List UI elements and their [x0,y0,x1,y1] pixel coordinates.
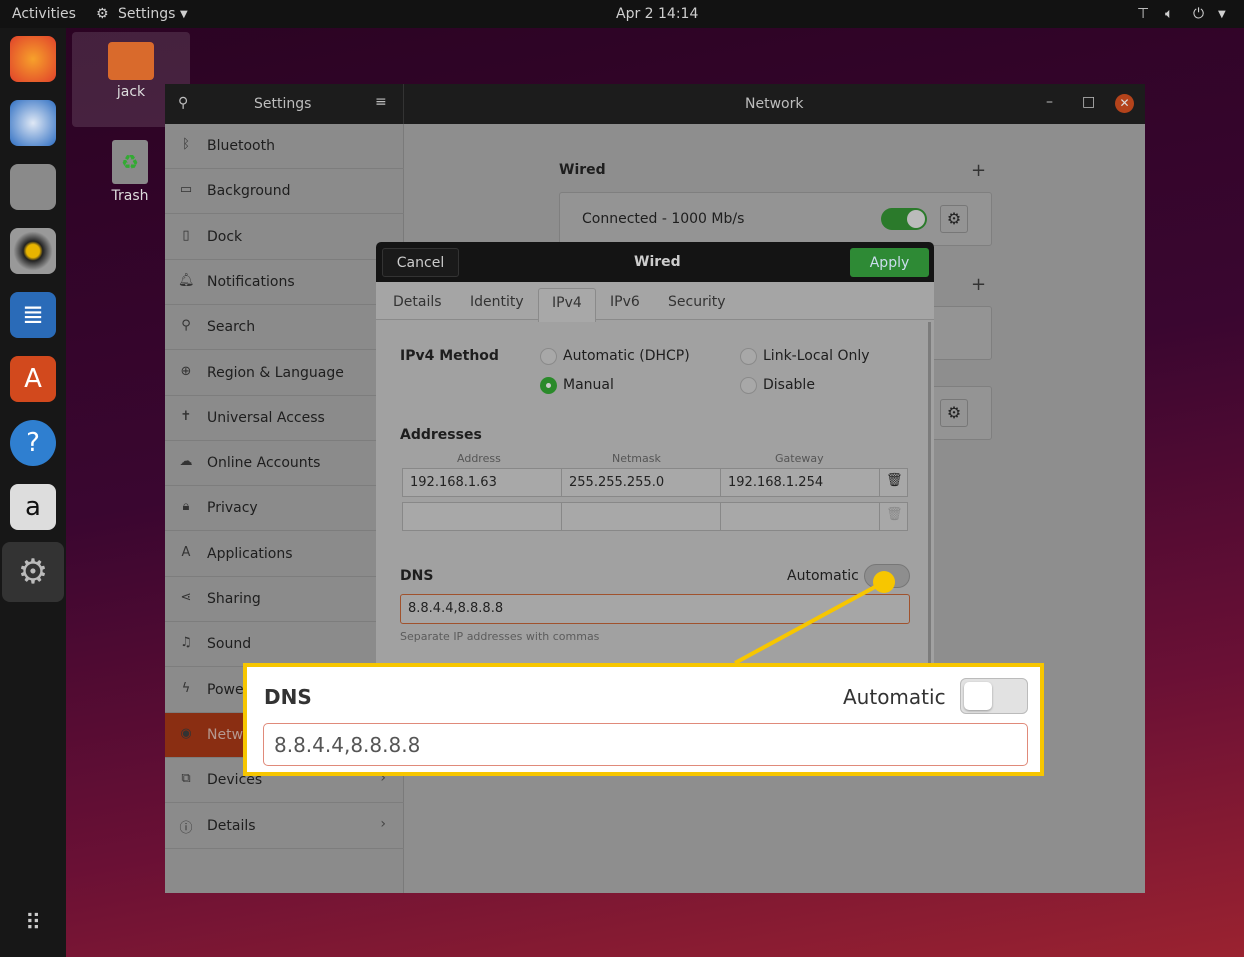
callout-automatic-toggle[interactable] [960,678,1028,714]
callout-dns-input[interactable]: 8.8.4.4,8.8.8.8 [263,723,1028,766]
callout-connector [734,571,895,665]
dns-zoom-callout: DNS Automatic 8.8.4.4,8.8.8.8 [243,663,1044,776]
callout-automatic-label: Automatic [843,685,946,709]
callout-dns-label: DNS [264,685,312,709]
